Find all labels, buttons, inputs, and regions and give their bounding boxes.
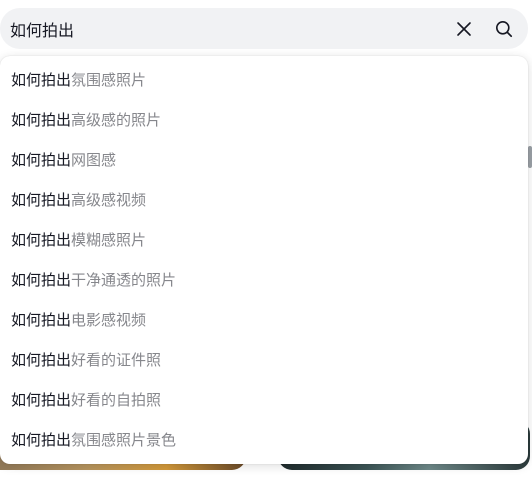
suggestion-completion: 高级感的照片 [71, 111, 162, 129]
suggestion-completion: 高级感视频 [71, 191, 147, 209]
suggestion-completion: 好看的证件照 [71, 351, 162, 369]
suggestion-query: 如何拍出 [11, 231, 72, 249]
suggestion-item[interactable]: 如何拍出好看的自拍照 [0, 380, 528, 420]
suggestion-item[interactable]: 如何拍出氛围感照片景色 [0, 420, 528, 460]
search-button[interactable] [494, 19, 514, 39]
suggestion-item[interactable]: 如何拍出氛围感照片 [0, 60, 528, 100]
suggestion-item[interactable]: 如何拍出干净通透的照片 [0, 260, 528, 300]
suggestion-query: 如何拍出 [11, 431, 72, 449]
suggestion-query: 如何拍出 [11, 271, 72, 289]
suggestion-query: 如何拍出 [11, 311, 72, 329]
suggestion-item[interactable]: 如何拍出高级感的照片 [0, 100, 528, 140]
suggestion-completion: 好看的自拍照 [71, 391, 162, 409]
suggestion-completion: 电影感视频 [71, 311, 147, 329]
suggestion-completion: 模糊感照片 [71, 231, 147, 249]
suggestion-query: 如何拍出 [11, 71, 72, 89]
search-input[interactable] [10, 16, 430, 42]
suggestion-query: 如何拍出 [11, 111, 72, 129]
close-icon [457, 22, 471, 36]
search-bar [0, 8, 528, 49]
suggestion-item[interactable]: 如何拍出好看的证件照 [0, 340, 528, 380]
suggestion-item[interactable]: 如何拍出网图感 [0, 140, 528, 180]
suggestion-item[interactable]: 如何拍出高级感视频 [0, 180, 528, 220]
suggestion-query: 如何拍出 [11, 391, 72, 409]
search-suggestions: 如何拍出氛围感照片 如何拍出高级感的照片 如何拍出网图感 如何拍出高级感视频 如… [0, 56, 528, 464]
scrollbar[interactable] [528, 146, 532, 168]
search-icon [496, 21, 513, 38]
suggestion-query: 如何拍出 [11, 151, 72, 169]
suggestion-query: 如何拍出 [11, 351, 72, 369]
suggestion-completion: 氛围感照片 [71, 71, 147, 89]
suggestion-completion: 干净通透的照片 [71, 271, 177, 289]
suggestion-query: 如何拍出 [11, 191, 72, 209]
suggestion-completion: 网图感 [71, 151, 117, 169]
suggestion-item[interactable]: 如何拍出模糊感照片 [0, 220, 528, 260]
suggestion-item[interactable]: 如何拍出电影感视频 [0, 300, 528, 340]
suggestion-completion: 氛围感照片景色 [71, 431, 177, 449]
clear-button[interactable] [454, 19, 474, 39]
